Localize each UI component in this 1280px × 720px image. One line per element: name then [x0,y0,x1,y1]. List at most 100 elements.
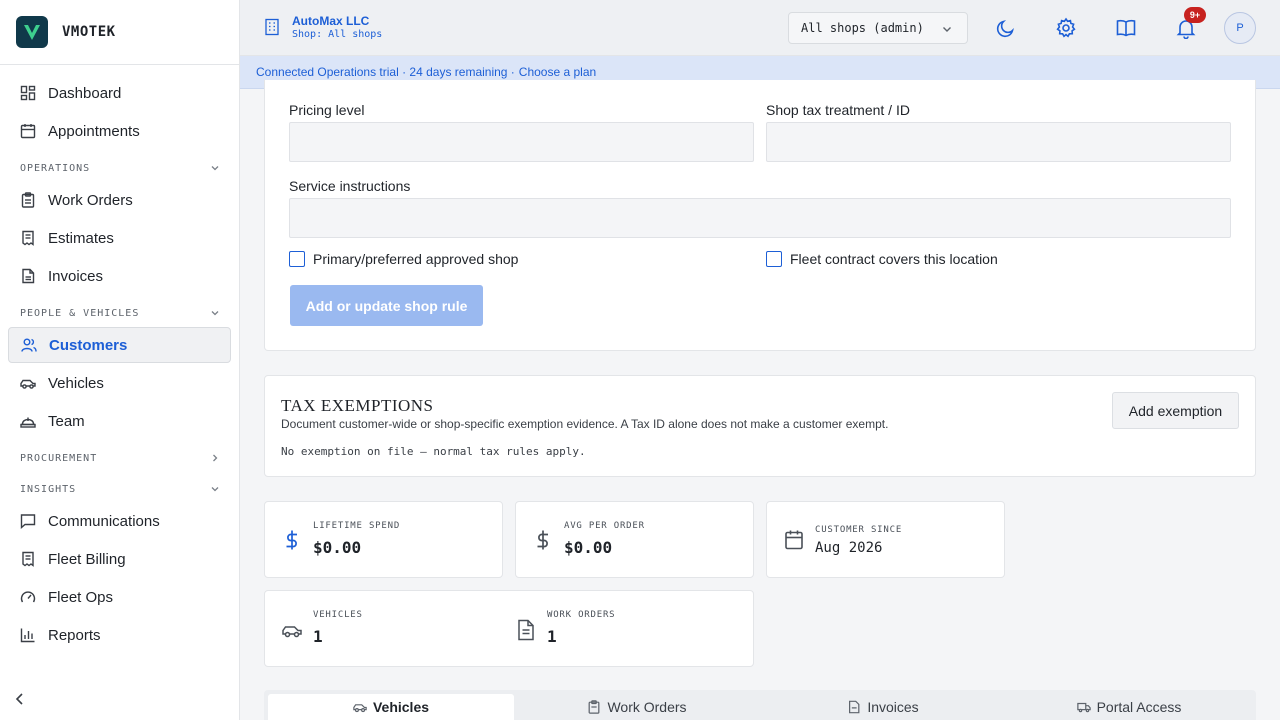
stat-label: WORK ORDERS [547,610,616,620]
sidebar-item-team[interactable]: Team [8,403,231,439]
shop-select-value: All shops (admin) [801,21,924,35]
tab-work-orders[interactable]: Work Orders [514,694,760,720]
clipboard-icon [21,192,35,208]
bar-chart-icon [20,628,35,643]
pricing-level-field[interactable] [289,122,754,162]
calendar-icon [785,530,803,550]
sidebar-item-communications[interactable]: Communications [8,503,231,539]
tax-exemptions-note: No exemption on file — normal tax rules … [281,445,586,458]
section-people-vehicles[interactable]: PEOPLE & VEHICLES [20,305,220,321]
dollar-icon [537,530,548,550]
fleet-contract-label: Fleet contract covers this location [790,251,998,267]
car-icon [353,704,367,713]
tax-treatment-field[interactable] [766,122,1231,162]
sidebar-item-label: Team [48,412,85,430]
tab-label: Invoices [867,699,919,715]
stat-avg-per-order: AVG PER ORDER $0.00 [515,501,754,578]
section-procurement[interactable]: PROCUREMENT [20,450,220,466]
tax-exemptions-description: Document customer-wide or shop-specific … [281,417,889,431]
collapse-sidebar-icon[interactable] [12,691,28,707]
sidebar-item-appointments[interactable]: Appointments [8,113,231,149]
sidebar-item-label: Reports [48,626,101,644]
tab-label: Portal Access [1096,699,1182,715]
chevron-down-icon [211,311,219,316]
tax-treatment-label: Shop tax treatment / ID [766,102,910,118]
sidebar-item-label: Appointments [48,122,140,140]
company-shop: Shop: All shops [292,29,383,40]
stat-lifetime-spend: LIFETIME SPEND $0.00 [264,501,503,578]
sidebar: VMOTEK Dashboard Appointments OPERATIONS… [0,0,240,720]
sidebar-item-work-orders[interactable]: Work Orders [8,182,231,218]
sidebar-item-label: Vehicles [48,374,104,392]
trial-text: Connected Operations trial · 24 days rem… [256,65,515,79]
add-exemption-button[interactable]: Add exemption [1112,392,1239,429]
logo-icon [16,16,48,48]
primary-shop-checkbox-row[interactable]: Primary/preferred approved shop [289,251,518,267]
section-insights[interactable]: INSIGHTS [20,481,220,497]
add-shop-rule-button[interactable]: Add or update shop rule [290,285,483,326]
section-label: PROCUREMENT [20,452,98,464]
stat-value: $0.00 [564,538,613,557]
stat-vehicles-workorders: VEHICLES 1 WORK ORDERS 1 [264,590,754,667]
fleet-contract-checkbox[interactable] [766,251,782,267]
file-icon [849,700,860,714]
service-instructions-label: Service instructions [289,178,411,194]
dashboard-icon [20,85,36,101]
chevron-right-icon [213,454,218,462]
stat-label: VEHICLES [313,610,363,620]
gear-icon[interactable] [1055,17,1077,39]
sidebar-item-customers[interactable]: Customers [8,327,231,363]
pricing-level-label: Pricing level [289,102,365,118]
shop-select[interactable]: All shops (admin) [788,12,968,44]
choose-plan-link[interactable]: Choose a plan [519,65,596,79]
users-icon [21,338,37,352]
message-icon [20,514,36,529]
tab-vehicles[interactable]: Vehicles [268,694,514,720]
sidebar-item-fleet-billing[interactable]: Fleet Billing [8,541,231,577]
tab-invoices[interactable]: Invoices [760,694,1006,720]
section-label: INSIGHTS [20,483,77,495]
sidebar-item-label: Work Orders [48,191,133,209]
stat-label: LIFETIME SPEND [313,521,401,531]
company-info: AutoMax LLC Shop: All shops [264,14,382,40]
helmet-icon [20,417,36,428]
stat-customer-since: CUSTOMER SINCE Aug 2026 [766,501,1005,578]
section-operations[interactable]: OPERATIONS [20,160,220,176]
sidebar-item-label: Customers [49,336,128,354]
notification-badge: 9+ [1184,7,1206,23]
brand: VMOTEK [0,0,239,65]
building-icon [265,18,279,36]
sidebar-item-label: Invoices [48,267,104,285]
stat-value: 1 [313,627,323,646]
chevron-down-icon [211,166,219,171]
service-instructions-field[interactable] [289,198,1231,238]
file-icon [22,268,35,284]
sidebar-item-fleet-ops[interactable]: Fleet Ops [8,579,231,615]
shop-rule-form: Pricing level Shop tax treatment / ID Se… [264,80,1256,351]
customer-tabs: Vehicles Work Orders Invoices Portal Acc… [264,690,1256,720]
car-icon [282,626,302,638]
book-icon[interactable] [1115,17,1137,39]
chevron-down-icon [211,487,219,492]
avatar[interactable]: P [1224,12,1256,44]
clipboard-icon [589,700,600,714]
section-label: PEOPLE & VEHICLES [20,307,140,319]
tab-portal-access[interactable]: Portal Access [1006,694,1252,720]
brand-name: VMOTEK [62,24,116,40]
car-icon [20,379,36,389]
sidebar-item-estimates[interactable]: Estimates [8,220,231,256]
stat-value: $0.00 [313,538,362,557]
calendar-icon [20,124,36,139]
sidebar-item-reports[interactable]: Reports [8,617,231,653]
moon-icon[interactable] [995,17,1017,39]
sidebar-item-dashboard[interactable]: Dashboard [8,75,231,111]
receipt-icon [22,230,34,246]
gauge-icon [20,591,36,603]
tax-exemptions-title: TAX EXEMPTIONS [281,396,434,415]
sidebar-item-invoices[interactable]: Invoices [8,258,231,294]
stat-value: 1 [547,627,557,646]
primary-shop-checkbox[interactable] [289,251,305,267]
fleet-contract-checkbox-row[interactable]: Fleet contract covers this location [766,251,998,267]
sidebar-item-vehicles[interactable]: Vehicles [8,365,231,401]
chevron-down-icon [943,27,951,32]
